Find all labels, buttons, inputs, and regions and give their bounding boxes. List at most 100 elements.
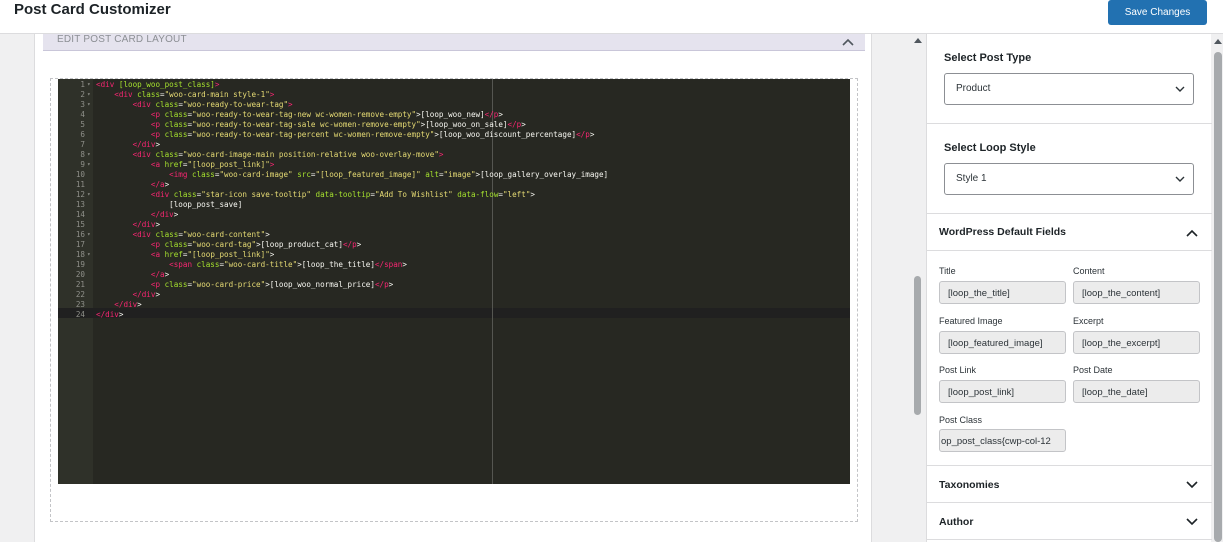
code-text[interactable]: <img class="woo-card-image" src="[loop_f… xyxy=(96,170,608,180)
fold-toggle-icon[interactable]: ▾ xyxy=(87,90,91,100)
sidebar-scrollbar-thumb[interactable] xyxy=(1214,52,1222,542)
line-number: 6 xyxy=(80,130,85,139)
chevron-down-icon xyxy=(1175,176,1185,182)
chevron-down-icon[interactable] xyxy=(1186,518,1198,526)
code-text[interactable]: <p class="woo-ready-to-wear-tag-sale wc-… xyxy=(96,120,526,130)
code-text[interactable]: <a href="[loop_post_link]"> xyxy=(96,160,274,170)
field-label-title: Title xyxy=(939,266,956,276)
edit-layout-section-header[interactable]: EDIT POST CARD LAYOUT xyxy=(43,34,865,51)
chevron-up-icon[interactable] xyxy=(1186,229,1198,237)
featured-image-shortcode-field[interactable]: [loop_featured_image] xyxy=(939,331,1066,354)
line-number: 9 xyxy=(80,160,85,169)
post-type-value: Product xyxy=(956,83,991,94)
field-label-content: Content xyxy=(1073,266,1105,276)
fold-toggle-icon[interactable]: ▾ xyxy=(87,100,91,110)
loop-style-select[interactable]: Style 1 xyxy=(944,163,1194,195)
code-text[interactable]: <div class="woo-card-content"> xyxy=(96,230,270,240)
code-text[interactable]: </a> xyxy=(96,270,169,280)
field-label-post-date: Post Date xyxy=(1073,365,1113,375)
code-editor-container: 1 ▾ <div [loop_woo_post_class]> 2 ▾ <div cla… xyxy=(50,78,858,522)
fold-toggle-icon[interactable]: ▾ xyxy=(87,80,91,90)
author-title: Author xyxy=(939,516,974,528)
code-text[interactable]: <div class="woo-ready-to-wear-tag"> xyxy=(96,100,293,110)
line-number: 24 xyxy=(75,310,85,319)
layout-editor-panel: EDIT POST CARD LAYOUT 1 ▾ <div [loop_woo_p… xyxy=(34,34,872,542)
code-text[interactable]: </div> xyxy=(96,290,160,300)
code-text[interactable]: <p class="woo-card-tag">[loop_product_ca… xyxy=(96,240,361,250)
line-number: 13 xyxy=(75,200,85,209)
loop-style-block: Select Loop Style Style 1 xyxy=(927,124,1212,214)
line-number: 3 xyxy=(80,100,85,109)
chevron-down-icon[interactable] xyxy=(1186,481,1198,489)
line-number: 14 xyxy=(75,210,85,219)
default-fields-body: Title [loop_the_title] Content [loop_the… xyxy=(927,251,1212,466)
scroll-up-arrow-icon[interactable] xyxy=(914,38,922,43)
code-text[interactable]: <span class="woo-card-title">[loop_the_t… xyxy=(96,260,407,270)
chevron-up-icon[interactable] xyxy=(841,36,855,48)
fold-toggle-icon[interactable]: ▾ xyxy=(87,190,91,200)
line-number: 5 xyxy=(80,120,85,129)
line-number: 23 xyxy=(75,300,85,309)
taxonomies-title: Taxonomies xyxy=(939,479,1000,491)
code-text[interactable]: <a href="[loop_post_link]"> xyxy=(96,250,274,260)
line-number: 22 xyxy=(75,290,85,299)
fold-toggle-icon[interactable]: ▾ xyxy=(87,230,91,240)
line-number: 1 xyxy=(80,80,85,89)
code-text[interactable]: <p class="woo-card-price">[loop_woo_norm… xyxy=(96,280,393,290)
code-text[interactable]: </div> xyxy=(96,220,160,230)
page-title: Post Card Customizer xyxy=(14,1,171,18)
code-text[interactable]: [loop_post_save] xyxy=(96,200,242,210)
code-text[interactable]: <p class="woo-ready-to-wear-tag-new wc-w… xyxy=(96,110,503,120)
line-number: 11 xyxy=(75,180,85,189)
line-number: 15 xyxy=(75,220,85,229)
excerpt-shortcode-field[interactable]: [loop_the_excerpt] xyxy=(1073,331,1200,354)
post-type-select[interactable]: Product xyxy=(944,73,1194,105)
code-text[interactable]: </div> xyxy=(96,310,123,320)
code-text[interactable]: <p class="woo-ready-to-wear-tag-percent … xyxy=(96,130,595,140)
code-text[interactable]: <div class="woo-card-image-main position… xyxy=(96,150,444,160)
line-number: 16 xyxy=(75,230,85,239)
line-number: 19 xyxy=(75,260,85,269)
scroll-up-arrow-icon[interactable] xyxy=(1214,39,1222,44)
fold-toggle-icon[interactable]: ▾ xyxy=(87,160,91,170)
post-date-shortcode-field[interactable]: [loop_the_date] xyxy=(1073,380,1200,403)
sidebar-scrollbar[interactable] xyxy=(1213,34,1223,542)
editor-panel-scrollbar[interactable] xyxy=(912,34,924,542)
line-number: 8 xyxy=(80,150,85,159)
author-accordion[interactable]: Author xyxy=(927,503,1212,540)
code-text[interactable]: </div> xyxy=(96,140,160,150)
line-number: 18 xyxy=(75,250,85,259)
content-shortcode-field[interactable]: [loop_the_content] xyxy=(1073,281,1200,304)
post-type-label: Select Post Type xyxy=(944,52,1032,64)
loop-style-value: Style 1 xyxy=(956,173,987,184)
taxonomies-accordion[interactable]: Taxonomies xyxy=(927,466,1212,503)
chevron-down-icon xyxy=(1175,86,1185,92)
line-number: 4 xyxy=(80,110,85,119)
fold-toggle-icon[interactable]: ▾ xyxy=(87,250,91,260)
loop-style-label: Select Loop Style xyxy=(944,142,1036,154)
post-link-shortcode-field[interactable]: [loop_post_link] xyxy=(939,380,1066,403)
post-type-block: Select Post Type Product xyxy=(927,34,1212,124)
post-class-shortcode-field[interactable]: op_post_class{cwp-col-12 xyxy=(939,429,1066,452)
top-bar: Post Card Customizer Save Changes xyxy=(0,0,1223,34)
field-label-post-class: Post Class xyxy=(939,415,983,425)
code-text[interactable]: </div> xyxy=(96,300,141,310)
default-fields-header[interactable]: WordPress Default Fields xyxy=(927,214,1212,251)
code-text[interactable]: <div [loop_woo_post_class]> xyxy=(96,80,219,90)
code-text[interactable]: </a> xyxy=(96,180,169,190)
code-text[interactable]: </div> xyxy=(96,210,178,220)
title-shortcode-field[interactable]: [loop_the_title] xyxy=(939,281,1066,304)
line-number: 7 xyxy=(80,140,85,149)
field-label-featured-image: Featured Image xyxy=(939,316,1003,326)
default-fields-title: WordPress Default Fields xyxy=(939,226,1067,238)
field-label-post-link: Post Link xyxy=(939,365,977,375)
scrollbar-thumb[interactable] xyxy=(914,276,921,415)
field-label-excerpt: Excerpt xyxy=(1073,316,1104,326)
fold-toggle-icon[interactable]: ▾ xyxy=(87,150,91,160)
settings-sidebar: Select Post Type Product Select Loop Sty… xyxy=(926,34,1212,542)
code-text[interactable]: <div class="star-icon save-tooltip" data… xyxy=(96,190,535,200)
active-line-highlight xyxy=(58,308,850,318)
code-text[interactable]: <div class="woo-card-main style-1"> xyxy=(96,90,274,100)
code-editor[interactable]: 1 ▾ <div [loop_woo_post_class]> 2 ▾ <div cla… xyxy=(58,79,850,484)
save-changes-button[interactable]: Save Changes xyxy=(1108,0,1207,25)
